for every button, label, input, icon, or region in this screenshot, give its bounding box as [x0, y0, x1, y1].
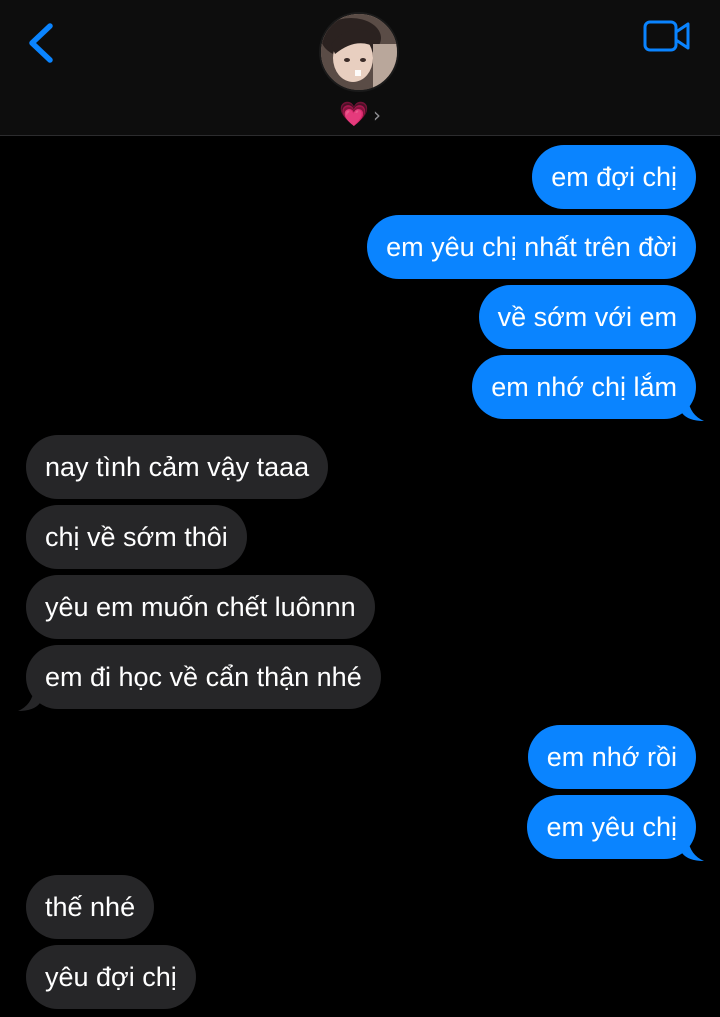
message-text: em nhớ rồi: [546, 742, 677, 772]
message-text: em yêu chị nhất trên đời: [386, 232, 677, 262]
sent-message-bubble[interactable]: em nhớ rồi: [527, 725, 696, 789]
message-text: nay tình cảm vậy taaa: [45, 452, 310, 482]
message-row: em nhớ chị lắm: [0, 353, 720, 423]
sent-message-bubble[interactable]: về sớm với em: [478, 285, 696, 349]
bubble-tail-icon: [18, 689, 40, 711]
chevron-right-icon: ›: [372, 103, 381, 127]
message-text: về sớm với em: [497, 302, 677, 332]
avatar[interactable]: [319, 12, 399, 92]
contact-name[interactable]: 💗 ›: [0, 100, 720, 129]
sent-message-bubble[interactable]: em yêu chị nhất trên đời: [367, 215, 696, 279]
message-row: em nhớ rồi: [0, 723, 720, 793]
message-list: em đợi chị em yêu chị nhất trên đời về s…: [0, 143, 720, 1013]
message-text: chị về sớm thôi: [45, 522, 228, 552]
message-text: em yêu chị: [546, 812, 677, 842]
received-message-bubble[interactable]: yêu em muốn chết luônnn: [26, 575, 375, 639]
back-button[interactable]: [24, 18, 64, 68]
message-row: về sớm với em: [0, 283, 720, 353]
message-text: thế nhé: [45, 892, 136, 922]
message-row: em yêu chị nhất trên đời: [0, 213, 720, 283]
sent-message-bubble[interactable]: em đợi chị: [532, 145, 696, 209]
received-message-bubble[interactable]: em đi học về cẩn thận nhé: [18, 645, 381, 711]
message-row: em đợi chị: [0, 143, 720, 213]
message-row: chị về sớm thôi: [0, 503, 720, 573]
contact-photo: [321, 14, 397, 90]
received-message-bubble[interactable]: yêu đợi chị: [26, 945, 196, 1009]
message-row: thế nhé: [0, 873, 720, 943]
chevron-left-icon: [29, 23, 53, 63]
sent-message-bubble[interactable]: em nhớ chị lắm: [472, 355, 704, 421]
contact-name-label: 💗: [339, 100, 369, 128]
received-message-bubble[interactable]: nay tình cảm vậy taaa: [26, 435, 329, 499]
message-text: yêu em muốn chết luônnn: [45, 592, 356, 622]
message-text: em đi học về cẩn thận nhé: [45, 662, 362, 692]
message-row: nay tình cảm vậy taaa: [0, 433, 720, 503]
message-row: em đi học về cẩn thận nhé: [0, 643, 720, 713]
message-row: yêu em muốn chết luônnn: [0, 573, 720, 643]
message-text: yêu đợi chị: [45, 962, 177, 992]
message-row: yêu đợi chị: [0, 943, 720, 1013]
conversation-header: 💗 ›: [0, 0, 720, 136]
video-call-button[interactable]: [642, 18, 692, 56]
bubble-tail-icon: [682, 399, 704, 421]
video-camera-icon: [643, 20, 690, 52]
received-message-bubble[interactable]: thế nhé: [26, 875, 155, 939]
bubble-tail-icon: [682, 839, 704, 861]
message-row: em yêu chị: [0, 793, 720, 863]
sent-message-bubble[interactable]: em yêu chị: [527, 795, 704, 861]
message-text: em nhớ chị lắm: [491, 372, 677, 402]
message-text: em đợi chị: [551, 162, 677, 192]
received-message-bubble[interactable]: chị về sớm thôi: [26, 505, 247, 569]
